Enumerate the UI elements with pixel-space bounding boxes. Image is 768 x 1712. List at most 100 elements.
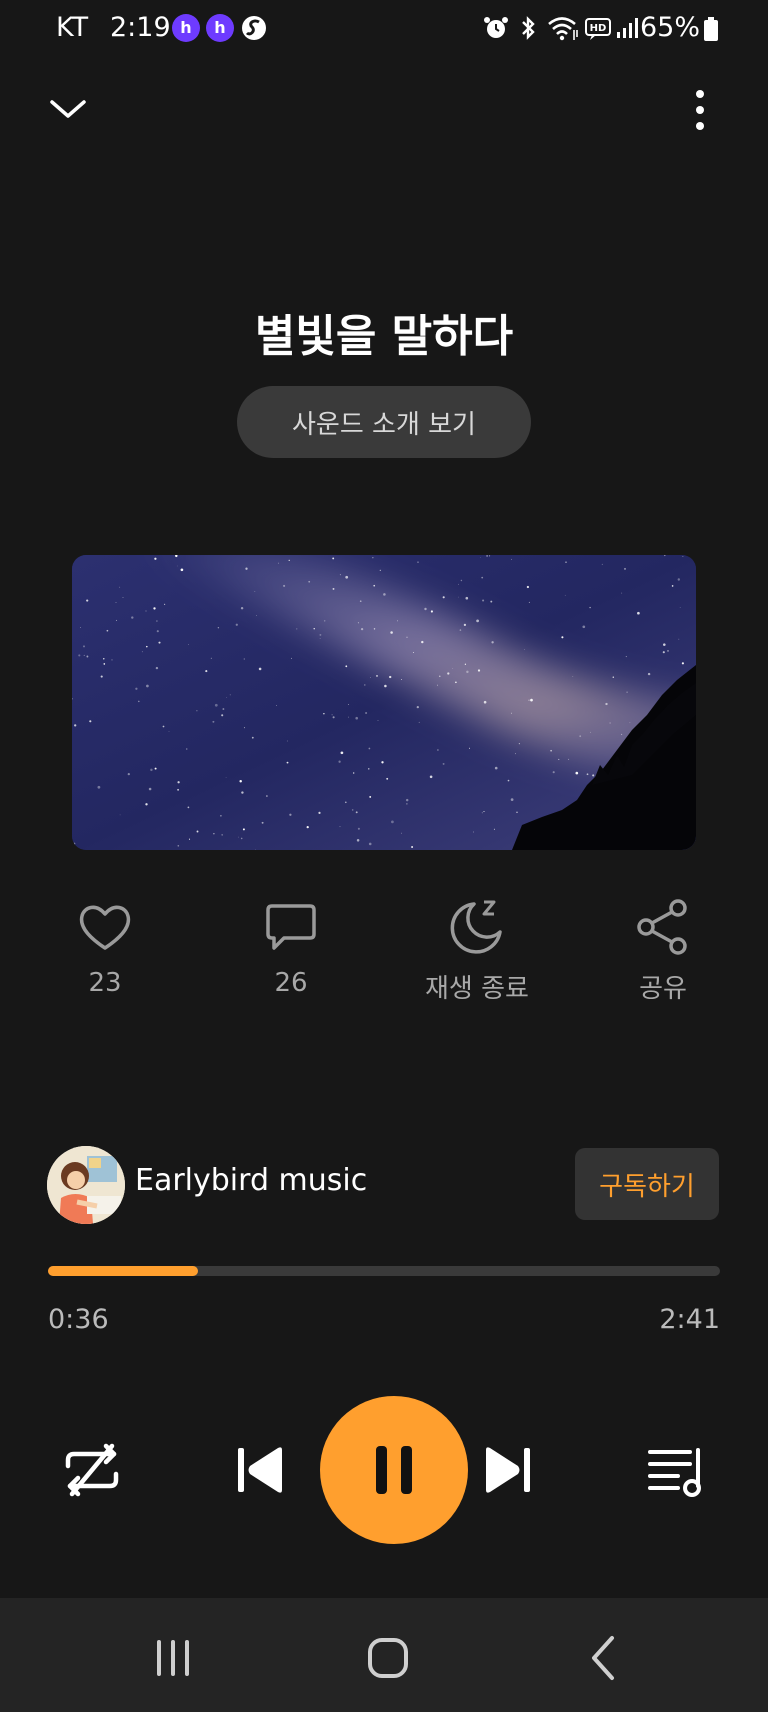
star bbox=[79, 626, 81, 628]
playlist-icon[interactable] bbox=[638, 1432, 714, 1508]
star bbox=[481, 576, 484, 579]
current-time: 0:36 bbox=[48, 1304, 109, 1335]
star bbox=[313, 628, 315, 630]
album-artwork bbox=[72, 555, 696, 850]
star bbox=[187, 644, 189, 646]
star bbox=[229, 694, 231, 696]
star bbox=[466, 670, 469, 674]
star bbox=[477, 669, 481, 672]
star bbox=[411, 846, 414, 848]
wifi-icon bbox=[548, 17, 578, 41]
star bbox=[586, 773, 589, 776]
star bbox=[261, 821, 264, 824]
skip-next-icon[interactable] bbox=[470, 1432, 546, 1508]
star bbox=[240, 606, 244, 610]
star bbox=[406, 803, 408, 805]
starry-sky-image bbox=[72, 555, 696, 850]
sleep-timer-button[interactable]: 재생 종료 bbox=[387, 896, 567, 1005]
star bbox=[162, 725, 165, 728]
star bbox=[582, 625, 586, 629]
star bbox=[188, 838, 191, 840]
star bbox=[348, 704, 349, 705]
star bbox=[266, 795, 268, 797]
star bbox=[396, 620, 398, 622]
subscribe-button[interactable]: 구독하기 bbox=[575, 1148, 719, 1220]
star bbox=[225, 777, 227, 779]
chevron-down-icon[interactable] bbox=[44, 86, 92, 134]
sleep-timer-icon bbox=[450, 900, 502, 954]
more-vertical-icon[interactable] bbox=[676, 86, 724, 134]
star bbox=[476, 619, 479, 623]
star bbox=[127, 772, 130, 776]
star bbox=[677, 578, 681, 581]
star bbox=[148, 787, 152, 791]
skip-previous-icon[interactable] bbox=[222, 1432, 298, 1508]
star bbox=[254, 591, 256, 592]
star bbox=[494, 766, 498, 770]
star bbox=[146, 645, 148, 648]
star bbox=[145, 610, 147, 612]
star bbox=[100, 675, 103, 678]
star bbox=[405, 798, 409, 802]
star bbox=[437, 749, 439, 751]
star bbox=[518, 743, 520, 745]
s-app-icon bbox=[242, 16, 266, 40]
progress-track[interactable] bbox=[48, 1266, 720, 1276]
channel-name[interactable]: Earlybird music bbox=[135, 1163, 367, 1198]
star bbox=[357, 827, 360, 830]
star bbox=[106, 629, 109, 632]
battery-percent: 65% bbox=[639, 12, 700, 43]
star bbox=[486, 555, 488, 557]
star bbox=[511, 558, 513, 560]
star bbox=[351, 809, 354, 811]
star bbox=[177, 788, 180, 791]
star bbox=[286, 740, 288, 742]
star bbox=[442, 596, 445, 599]
star bbox=[601, 563, 603, 565]
battery-icon bbox=[704, 17, 718, 41]
star bbox=[612, 676, 615, 678]
channel-avatar[interactable] bbox=[47, 1146, 125, 1224]
pause-button[interactable] bbox=[320, 1396, 468, 1544]
back-icon[interactable] bbox=[576, 1628, 636, 1688]
star bbox=[368, 768, 370, 770]
star bbox=[348, 716, 349, 718]
star bbox=[345, 665, 348, 668]
star bbox=[377, 719, 379, 721]
star bbox=[154, 557, 157, 560]
star bbox=[119, 814, 121, 816]
star bbox=[605, 702, 608, 706]
star bbox=[103, 658, 105, 660]
star bbox=[158, 641, 161, 644]
star bbox=[180, 568, 184, 572]
sound-intro-button[interactable]: 사운드 소개 보기 bbox=[237, 386, 531, 458]
comment-button[interactable]: 26 bbox=[201, 896, 381, 998]
star bbox=[379, 569, 381, 572]
star bbox=[523, 649, 525, 650]
share-button[interactable]: 공유 bbox=[573, 896, 753, 1005]
star bbox=[424, 607, 427, 611]
star bbox=[386, 777, 389, 780]
star bbox=[339, 574, 341, 576]
repeat-icon[interactable] bbox=[54, 1432, 130, 1508]
star bbox=[671, 585, 674, 587]
recent-apps-icon[interactable] bbox=[143, 1628, 203, 1688]
star bbox=[153, 607, 156, 610]
star bbox=[220, 814, 222, 817]
star bbox=[319, 638, 321, 639]
star bbox=[629, 722, 631, 724]
star bbox=[368, 842, 372, 846]
star bbox=[564, 594, 566, 596]
star bbox=[389, 675, 392, 679]
progress-fill bbox=[48, 1266, 199, 1276]
star bbox=[401, 678, 403, 680]
star bbox=[483, 810, 485, 813]
star bbox=[323, 620, 326, 622]
like-button[interactable]: 23 bbox=[15, 896, 195, 998]
star bbox=[372, 557, 374, 559]
star bbox=[221, 834, 223, 836]
star bbox=[296, 628, 298, 630]
star bbox=[401, 832, 402, 834]
star bbox=[679, 606, 681, 608]
home-icon[interactable] bbox=[358, 1628, 418, 1688]
